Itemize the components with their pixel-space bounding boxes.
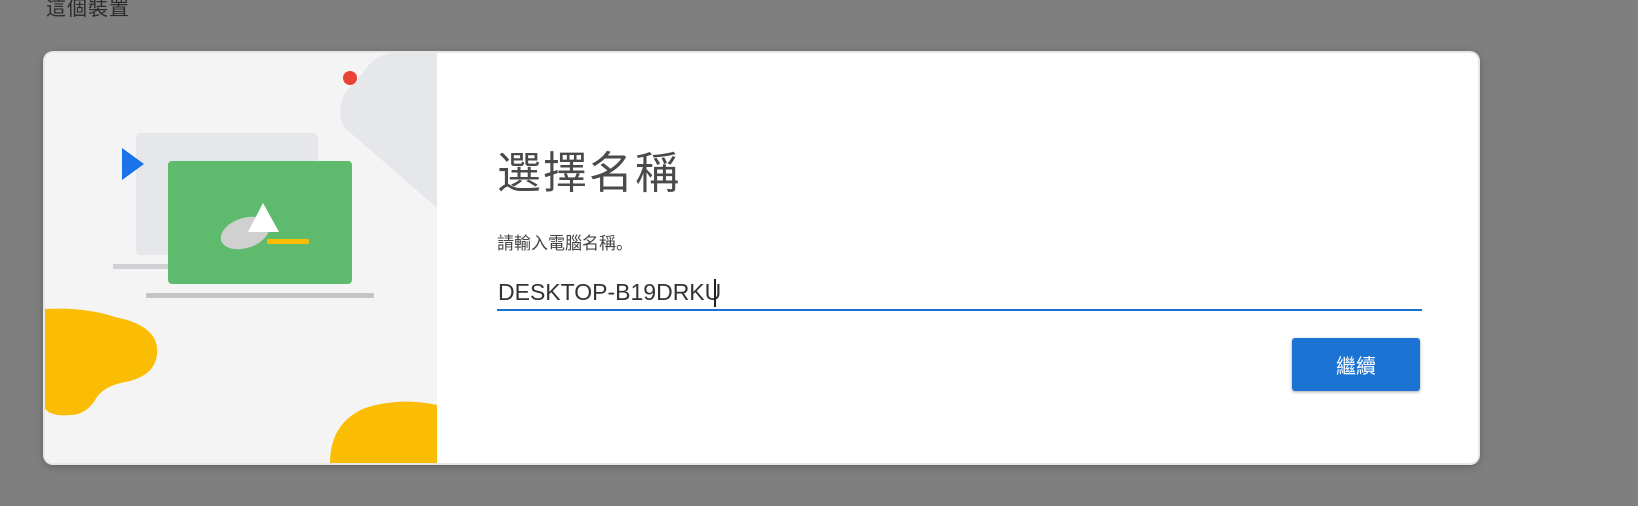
background-page-heading: 這個裝置 — [46, 0, 130, 20]
laptop-base-shape — [146, 293, 374, 298]
back-window-stand-shape — [113, 264, 173, 269]
dialog-subtitle: 請輸入電腦名稱。 — [497, 234, 633, 254]
red-dot-shape — [343, 71, 357, 85]
choose-name-dialog: 選擇名稱 請輸入電腦名稱。 繼續 — [45, 53, 1478, 463]
yellow-bar-shape — [267, 239, 309, 244]
continue-button[interactable]: 繼續 — [1292, 338, 1420, 391]
computer-name-input[interactable] — [497, 275, 1422, 311]
dialog-content: 選擇名稱 請輸入電腦名稱。 繼續 — [437, 53, 1478, 463]
dialog-title: 選擇名稱 — [497, 148, 681, 199]
text-cursor — [714, 279, 716, 307]
laptop-illustration — [45, 53, 437, 463]
